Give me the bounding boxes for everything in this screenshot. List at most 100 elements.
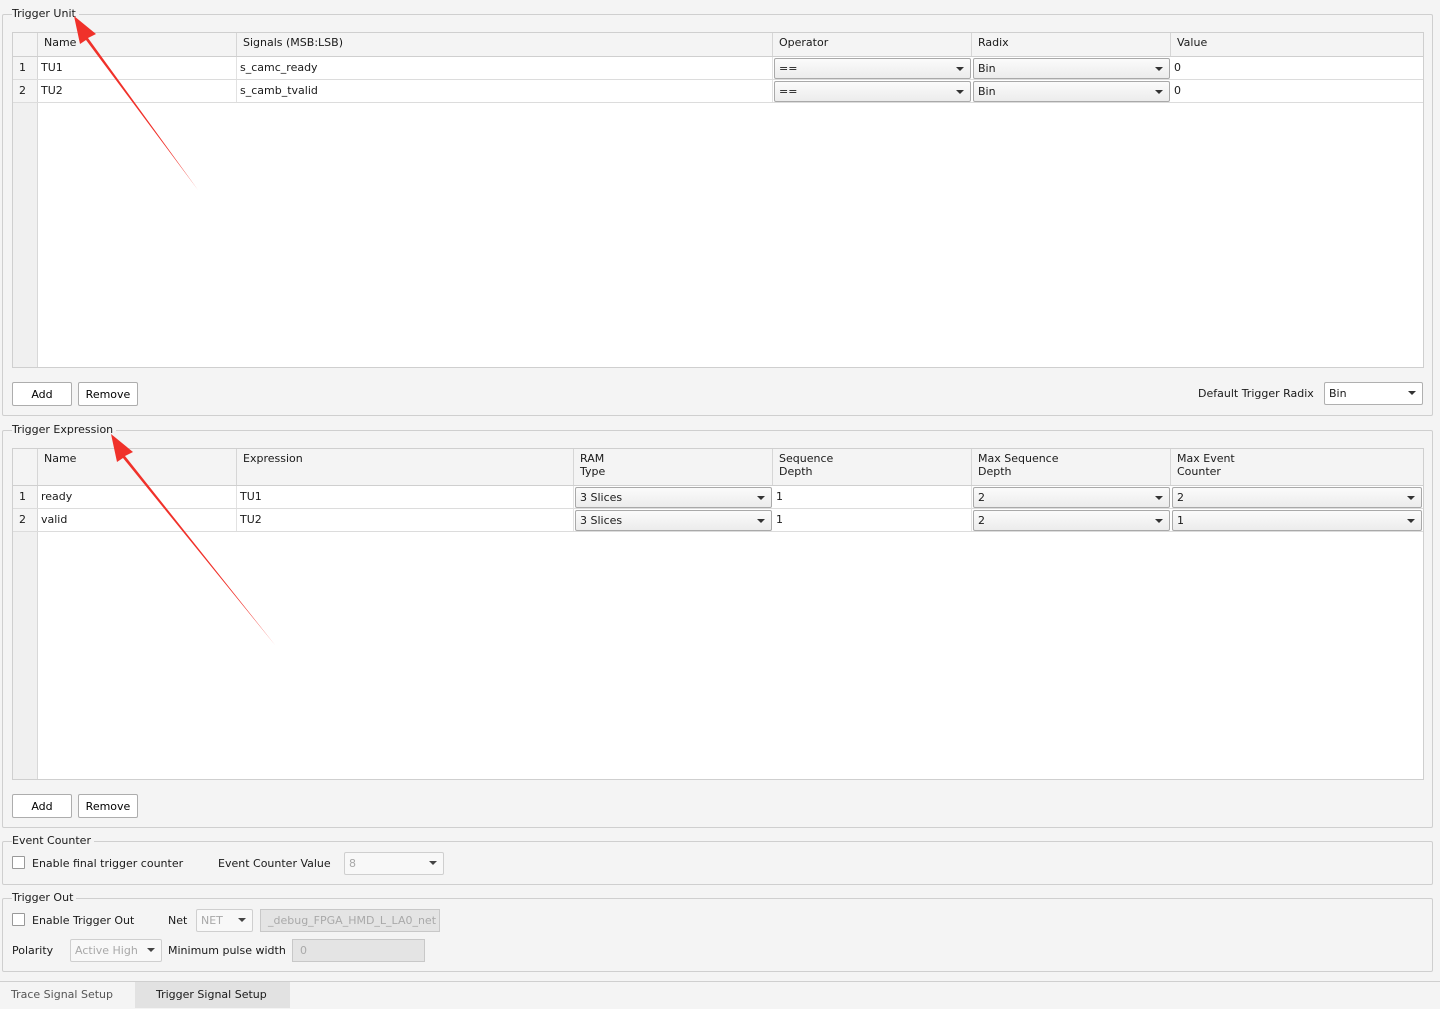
ram-type-dropdown[interactable]: 3 Slices xyxy=(575,487,772,508)
trigger-unit-title: Trigger Unit xyxy=(12,7,79,21)
net-label: Net xyxy=(168,914,188,927)
chevron-down-icon xyxy=(1407,496,1415,500)
max-event-counter-dropdown[interactable]: 1 xyxy=(1172,510,1422,531)
net-type-value: NET xyxy=(201,914,223,927)
chevron-down-icon xyxy=(757,496,765,500)
col-header-value[interactable]: Value xyxy=(1171,33,1423,56)
operator-value: == xyxy=(779,85,798,98)
enable-final-trigger-counter-checkbox[interactable] xyxy=(12,856,25,869)
default-radix-value: Bin xyxy=(1329,387,1347,400)
col-header-name[interactable]: Name xyxy=(38,33,237,56)
cell-name[interactable]: valid xyxy=(38,509,237,531)
col-header-signals[interactable]: Signals (MSB:LSB) xyxy=(237,33,773,56)
max-sequence-depth-dropdown[interactable]: 2 xyxy=(973,510,1170,531)
trigger-unit-group: Trigger Unit Name Signals (MSB:LSB) Oper… xyxy=(2,7,1433,416)
header-corner xyxy=(13,33,38,56)
col-header-radix[interactable]: Radix xyxy=(972,33,1171,56)
radix-dropdown[interactable]: Bin xyxy=(973,81,1170,102)
trigger-out-group: Trigger Out Enable Trigger Out Net NET _… xyxy=(2,891,1433,972)
tab-trace-signal-setup[interactable]: Trace Signal Setup xyxy=(0,982,135,1008)
operator-dropdown[interactable]: == xyxy=(774,58,971,79)
cell-signal[interactable]: s_camc_ready xyxy=(237,57,773,79)
ram-type-value: 3 Slices xyxy=(580,514,623,527)
max-sequence-depth-dropdown[interactable]: 2 xyxy=(973,487,1170,508)
col-header-name[interactable]: Name xyxy=(38,449,237,485)
cell-name[interactable]: TU1 xyxy=(38,57,237,79)
table-row[interactable]: 1 TU1 s_camc_ready == Bin 0 xyxy=(13,57,1423,80)
row-number: 1 xyxy=(13,486,38,508)
trigger-expression-title: Trigger Expression xyxy=(12,423,117,437)
cell-name[interactable]: TU2 xyxy=(38,80,237,102)
enable-trigger-out-checkbox[interactable] xyxy=(12,913,25,926)
event-counter-value-dropdown[interactable]: 8 xyxy=(344,852,444,875)
max-sequence-depth-value: 2 xyxy=(978,491,985,504)
max-event-counter-dropdown[interactable]: 2 xyxy=(1172,487,1422,508)
cell-expression[interactable]: TU1 xyxy=(237,486,574,508)
chevron-down-icon xyxy=(238,918,246,922)
ram-type-dropdown[interactable]: 3 Slices xyxy=(575,510,772,531)
table-header: Name Expression RAM Type Sequence Depth … xyxy=(13,449,1423,486)
radix-value: Bin xyxy=(978,85,996,98)
col-header-sequence-depth[interactable]: Sequence Depth xyxy=(773,449,972,485)
default-radix-dropdown[interactable]: Bin xyxy=(1324,382,1423,405)
col-header-max-sequence-depth[interactable]: Max Sequence Depth xyxy=(972,449,1171,485)
row-number: 1 xyxy=(13,57,38,79)
minimum-pulse-width-label: Minimum pulse width xyxy=(168,944,286,957)
table-row[interactable]: 1 ready TU1 3 Slices 1 2 2 xyxy=(13,486,1423,509)
chevron-down-icon xyxy=(956,67,964,71)
col-header-ram-type[interactable]: RAM Type xyxy=(574,449,773,485)
max-event-counter-value: 1 xyxy=(1177,514,1184,527)
max-event-counter-value: 2 xyxy=(1177,491,1184,504)
table-header: Name Signals (MSB:LSB) Operator Radix Va… xyxy=(13,33,1423,57)
chevron-down-icon xyxy=(757,519,765,523)
cell-signal[interactable]: s_camb_tvalid xyxy=(237,80,773,102)
cell-expression[interactable]: TU2 xyxy=(237,509,574,531)
trigger-expression-group: Trigger Expression Name Expression RAM T… xyxy=(2,423,1433,828)
cell-value[interactable]: 0 xyxy=(1171,80,1423,102)
chevron-down-icon xyxy=(429,861,437,865)
bottom-tab-bar: Trace Signal Setup Trigger Signal Setup xyxy=(0,981,1440,1009)
remove-trigger-unit-button[interactable]: Remove xyxy=(78,382,138,406)
operator-dropdown[interactable]: == xyxy=(774,81,971,102)
tab-trigger-signal-setup[interactable]: Trigger Signal Setup xyxy=(135,982,290,1008)
cell-value[interactable]: 0 xyxy=(1171,57,1423,79)
event-counter-title: Event Counter xyxy=(12,834,94,848)
max-sequence-depth-value: 2 xyxy=(978,514,985,527)
polarity-dropdown[interactable]: Active High xyxy=(70,939,162,962)
chevron-down-icon xyxy=(1407,519,1415,523)
header-corner xyxy=(13,449,38,485)
polarity-label: Polarity xyxy=(12,944,54,957)
radix-value: Bin xyxy=(978,62,996,75)
col-header-operator[interactable]: Operator xyxy=(773,33,972,56)
add-trigger-unit-button[interactable]: Add xyxy=(12,382,72,406)
event-counter-value: 8 xyxy=(349,857,356,870)
cell-sequence-depth[interactable]: 1 xyxy=(773,486,972,508)
minimum-pulse-width-field[interactable]: 0 xyxy=(292,939,425,962)
chevron-down-icon xyxy=(1155,496,1163,500)
trigger-expression-table: Name Expression RAM Type Sequence Depth … xyxy=(12,448,1424,780)
cell-sequence-depth[interactable]: 1 xyxy=(773,509,972,531)
chevron-down-icon xyxy=(1155,90,1163,94)
table-row[interactable]: 2 TU2 s_camb_tvalid == Bin 0 xyxy=(13,80,1423,103)
event-counter-group: Event Counter Enable final trigger count… xyxy=(2,834,1433,885)
radix-dropdown[interactable]: Bin xyxy=(973,58,1170,79)
operator-value: == xyxy=(779,62,798,75)
net-type-dropdown[interactable]: NET xyxy=(196,909,253,932)
table-row[interactable]: 2 valid TU2 3 Slices 1 2 1 xyxy=(13,509,1423,532)
ram-type-value: 3 Slices xyxy=(580,491,623,504)
add-expression-button[interactable]: Add xyxy=(12,794,72,818)
chevron-down-icon xyxy=(1155,67,1163,71)
cell-name[interactable]: ready xyxy=(38,486,237,508)
chevron-down-icon xyxy=(1408,391,1416,395)
chevron-down-icon xyxy=(956,90,964,94)
col-header-expression[interactable]: Expression xyxy=(237,449,574,485)
default-radix-label: Default Trigger Radix xyxy=(1198,387,1314,400)
net-name-field[interactable]: _debug_FPGA_HMD_L_LA0_net xyxy=(260,909,440,932)
event-counter-value-label: Event Counter Value xyxy=(218,857,331,870)
trigger-unit-table: Name Signals (MSB:LSB) Operator Radix Va… xyxy=(12,32,1424,368)
col-header-max-event-counter[interactable]: Max Event Counter xyxy=(1171,449,1423,485)
enable-final-trigger-counter-label: Enable final trigger counter xyxy=(32,857,184,870)
remove-expression-button[interactable]: Remove xyxy=(78,794,138,818)
chevron-down-icon xyxy=(1155,519,1163,523)
trigger-out-title: Trigger Out xyxy=(12,891,77,905)
